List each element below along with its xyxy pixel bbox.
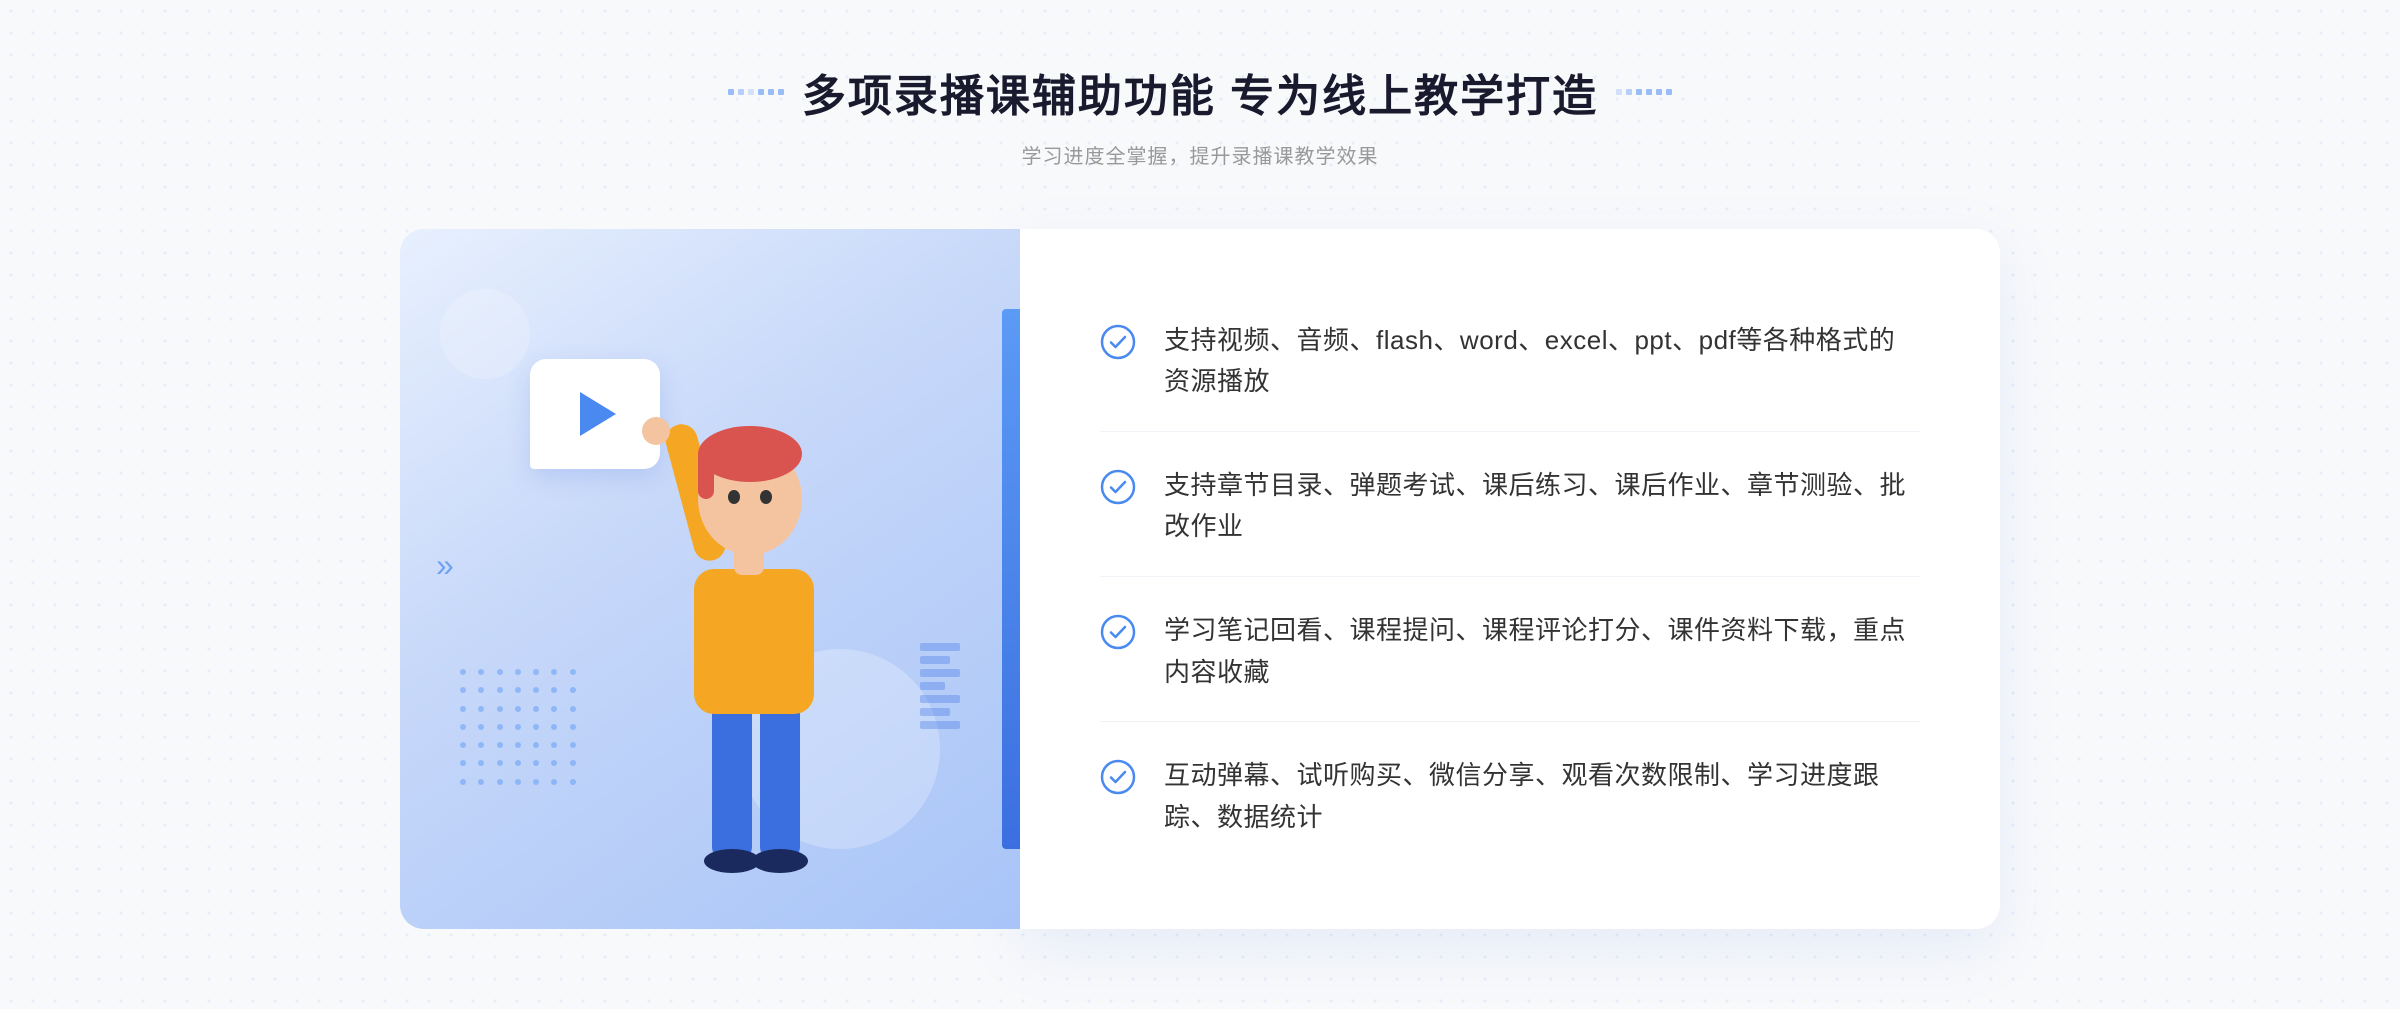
header-section: 多项录播课辅助功能 专为线上教学打造 学习进度全掌握，提升录播课教学效果	[728, 60, 1672, 169]
feature-text-4: 互动弹幕、试听购买、微信分享、观看次数限制、学习进度跟踪、数据统计	[1164, 755, 1920, 838]
circle-decoration-medium	[440, 289, 530, 379]
features-panel: 支持视频、音频、flash、word、excel、ppt、pdf等各种格式的资源…	[1020, 229, 2000, 929]
svg-text:✦: ✦	[622, 384, 645, 415]
person-illustration: ✦ ✦	[582, 369, 902, 929]
check-icon-1	[1100, 324, 1136, 360]
title-deco-left	[728, 89, 784, 95]
check-icon-4	[1100, 759, 1136, 795]
svg-text:✦: ✦	[592, 423, 607, 443]
feature-item-2: 支持章节目录、弹题考试、课后练习、课后作业、章节测验、批改作业	[1100, 437, 1920, 577]
side-chevrons: »	[436, 549, 454, 581]
title-row: 多项录播课辅助功能 专为线上教学打造	[728, 60, 1672, 124]
feature-text-3: 学习笔记回看、课程提问、课程评论打分、课件资料下载，重点内容收藏	[1164, 610, 1920, 693]
illustration-panel: ✦ ✦	[400, 229, 1020, 929]
accent-bar	[1002, 309, 1020, 849]
feature-text-2: 支持章节目录、弹题考试、课后练习、课后作业、章节测验、批改作业	[1164, 465, 1920, 548]
feature-text-1: 支持视频、音频、flash、word、excel、ppt、pdf等各种格式的资源…	[1164, 320, 1920, 403]
page-wrapper: 多项录播课辅助功能 专为线上教学打造 学习进度全掌握，提升录播课教学效果	[0, 0, 2400, 1009]
check-icon-2	[1100, 469, 1136, 505]
dots-decoration	[460, 669, 580, 789]
check-icon-3	[1100, 614, 1136, 650]
feature-item-1: 支持视频、音频、flash、word、excel、ppt、pdf等各种格式的资源…	[1100, 292, 1920, 432]
page-subtitle: 学习进度全掌握，提升录播课教学效果	[1021, 140, 1378, 169]
content-area: ✦ ✦ » 支持视频、音频、flash、word、excel、ppt、pdf等各…	[400, 229, 2000, 929]
feature-item-4: 互动弹幕、试听购买、微信分享、观看次数限制、学习进度跟踪、数据统计	[1100, 727, 1920, 866]
feature-item-3: 学习笔记回看、课程提问、课程评论打分、课件资料下载，重点内容收藏	[1100, 582, 1920, 722]
chevron-icon-1: »	[436, 549, 454, 581]
page-title: 多项录播课辅助功能 专为线上教学打造	[802, 60, 1598, 124]
title-deco-right	[1616, 89, 1672, 95]
lines-decoration	[920, 643, 960, 729]
